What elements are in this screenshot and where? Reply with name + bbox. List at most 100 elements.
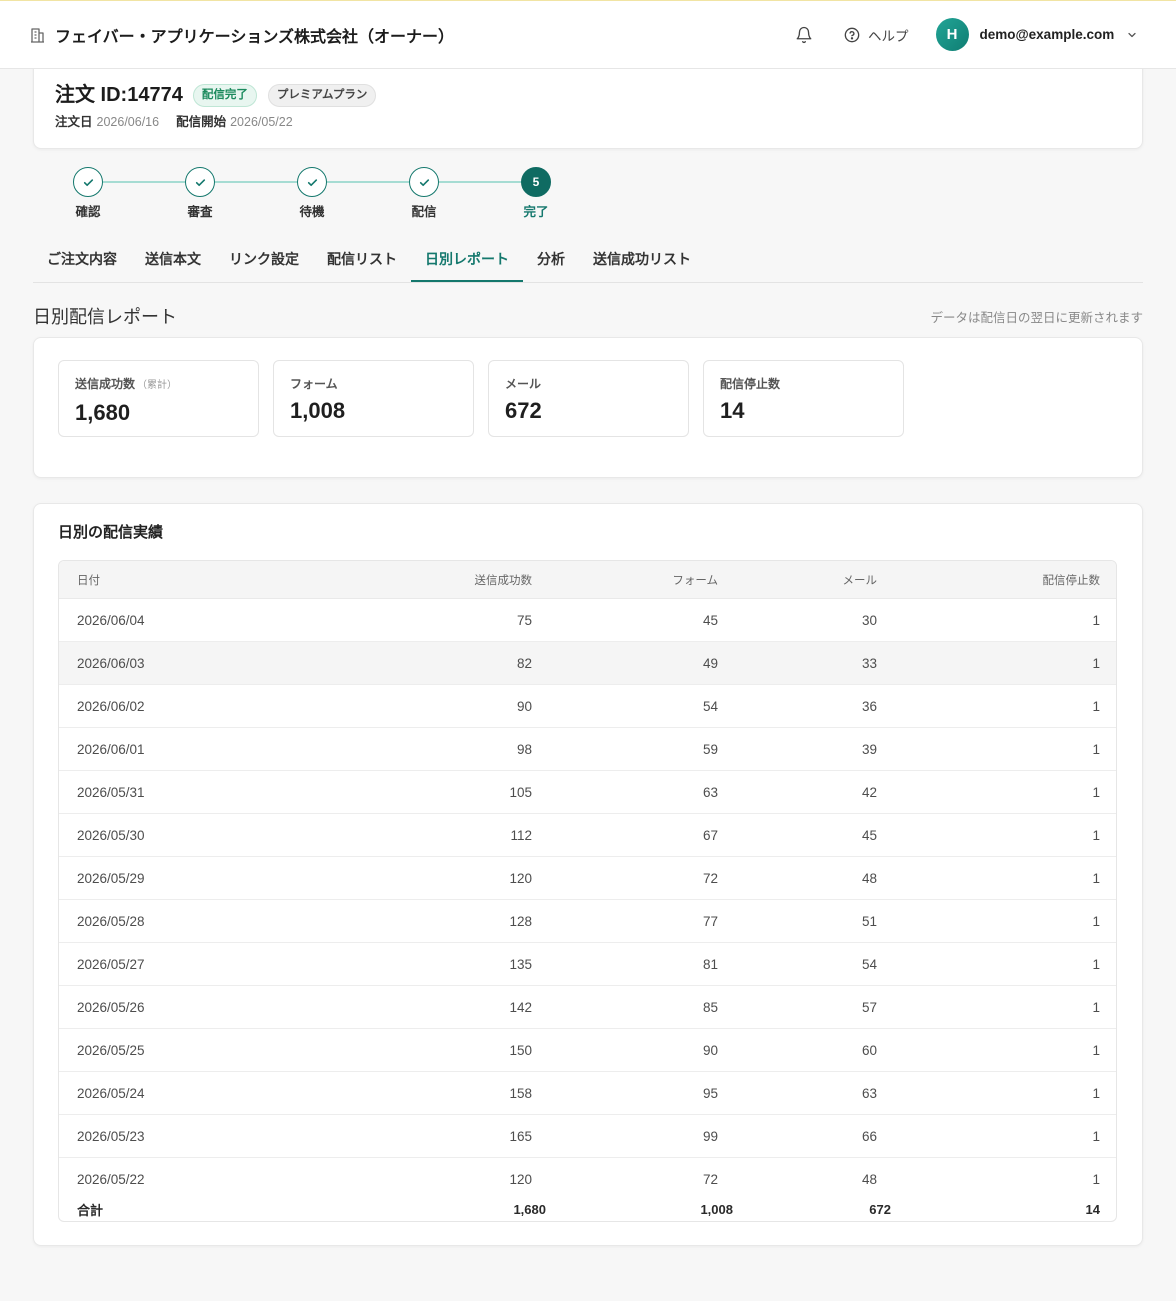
stats-row: 送信成功数 （累計） 1,680 フォーム 1,008 メール 672 配信停止数… [58,360,1118,437]
header-actions: ヘルプ H demo@example.com [795,1,1138,68]
order-date-value: 2026/06/16 [96,115,160,129]
report-title: 日別配信レポート [33,307,177,327]
top-header: フェイバー・アプリケーションズ株式会社（オーナー） ヘルプ H demo@exa… [0,0,1176,69]
order-dates: 注文日 2026/06/16 配信開始 2026/05/22 [55,113,1121,131]
table-row: 2026/06/04 75 45 30 1 [59,599,1116,642]
cell-unsubscribed: 1 [1092,698,1100,714]
cell-unsubscribed: 1 [1092,870,1100,886]
cell-date: 2026/05/22 [77,1171,145,1187]
step-circle [297,167,327,197]
cell-date: 2026/06/01 [77,741,145,757]
step-label: 完了 [523,205,549,219]
table-row: 2026/05/29 120 72 48 1 [59,857,1116,900]
cell-unsubscribed: 1 [1092,999,1100,1015]
table-row: 2026/06/03 82 49 33 1 [59,642,1116,685]
cell-form: 81 [702,956,718,972]
start-date-value: 2026/05/22 [230,115,293,129]
cell-sent: 112 [510,827,532,843]
cell-sent: 75 [516,612,532,628]
building-icon [30,27,45,43]
cell-mail: 63 [861,1085,877,1101]
table-row: 2026/06/02 90 54 36 1 [59,685,1116,728]
cell-date: 2026/05/28 [77,913,145,929]
table-row: 2026/05/30 112 67 45 1 [59,814,1116,857]
cell-unsubscribed: 1 [1092,956,1100,972]
avatar: H [935,18,969,51]
column-header-date: 日付 [77,574,100,587]
bell-icon [795,26,813,44]
daily-table-body: 2026/06/04 75 45 30 1 2026/06/03 82 49 33 1 2026/0… [59,599,1116,1197]
cell-sent: 128 [509,913,532,929]
cell-form: 85 [702,999,718,1015]
cell-sent: 98 [516,741,532,757]
total-mail: 672 [869,1201,891,1217]
cell-date: 2026/05/23 [77,1128,145,1144]
total-sent: 1,680 [513,1201,546,1217]
cell-date: 2026/05/25 [77,1042,145,1058]
help-button[interactable]: ヘルプ [844,25,909,45]
status-badge: 配信完了 [192,83,257,107]
help-circle-icon [844,27,860,43]
stat-value: 672 [505,398,542,423]
cell-mail: 60 [861,1042,877,1058]
cell-sent: 165 [509,1128,532,1144]
cell-sent: 135 [509,956,532,972]
cell-form: 77 [702,913,718,929]
cell-date: 2026/05/31 [77,784,145,800]
cell-sent: 105 [509,784,532,800]
chevron-down-icon [1126,29,1138,41]
table-row: 2026/05/28 128 77 51 1 [59,900,1116,943]
cell-unsubscribed: 1 [1092,784,1100,800]
step-label: 確認 [75,205,101,219]
tab-message-body[interactable]: 送信本文 [131,238,215,282]
stat-total-sent: 送信成功数 （累計） 1,680 [58,360,259,437]
tab-analytics[interactable]: 分析 [523,238,579,282]
cell-mail: 66 [861,1128,877,1144]
table-row: 2026/05/26 142 85 57 1 [59,986,1116,1029]
stat-sub-label: （累計） [137,380,178,391]
cell-unsubscribed: 1 [1092,655,1100,671]
cell-sent: 120 [509,870,532,886]
cell-unsubscribed: 1 [1092,1128,1100,1144]
order-title: 注文 ID:14774 [55,84,183,106]
check-icon [418,176,431,189]
step-circle [185,167,215,197]
cell-mail: 51 [861,913,877,929]
step-label: 審査 [187,205,213,219]
stat-label: フォーム [290,377,338,391]
column-header-form: フォーム [672,574,718,587]
step-review: 審査 [160,167,240,221]
table-row: 2026/05/27 135 81 54 1 [59,943,1116,986]
user-menu-button[interactable]: H demo@example.com [935,18,1139,51]
order-date-label: 注文日 [55,115,93,129]
check-icon [306,176,319,189]
cell-mail: 36 [861,698,877,714]
order-title-row: 注文 ID:14774 配信完了 プレミアムプラン [55,81,1121,109]
tab-order-details[interactable]: ご注文内容 [33,238,131,282]
cell-form: 67 [702,827,718,843]
table-row: 2026/05/24 158 95 63 1 [59,1072,1116,1115]
cell-date: 2026/06/04 [77,612,145,628]
cell-unsubscribed: 1 [1092,741,1100,757]
stat-value: 1,680 [75,400,131,425]
check-icon [194,176,207,189]
notifications-button[interactable] [795,26,813,44]
step-confirm: 確認 [48,167,128,221]
stat-label: 配信停止数 [720,377,781,391]
tab-link-settings[interactable]: リンク設定 [215,238,313,282]
step-circle [73,167,103,197]
report-update-note: データは配信日の翌日に更新されます [930,311,1143,325]
tab-delivery-list[interactable]: 配信リスト [313,238,411,282]
cell-unsubscribed: 1 [1092,1171,1100,1187]
cell-mail: 42 [861,784,877,800]
check-icon [82,176,95,189]
tab-sent-success-list[interactable]: 送信成功リスト [579,238,705,282]
cell-date: 2026/05/26 [77,999,145,1015]
progress-stepper: 確認 審査 待機 配信 5 完了 [0,167,1176,227]
tab-daily-report[interactable]: 日別レポート [411,238,523,282]
step-circle: 5 [521,167,551,197]
start-date-label: 配信開始 [176,115,227,129]
cell-form: 99 [702,1128,718,1144]
cell-sent: 150 [509,1042,532,1058]
plan-badge: プレミアムプラン [267,83,377,107]
